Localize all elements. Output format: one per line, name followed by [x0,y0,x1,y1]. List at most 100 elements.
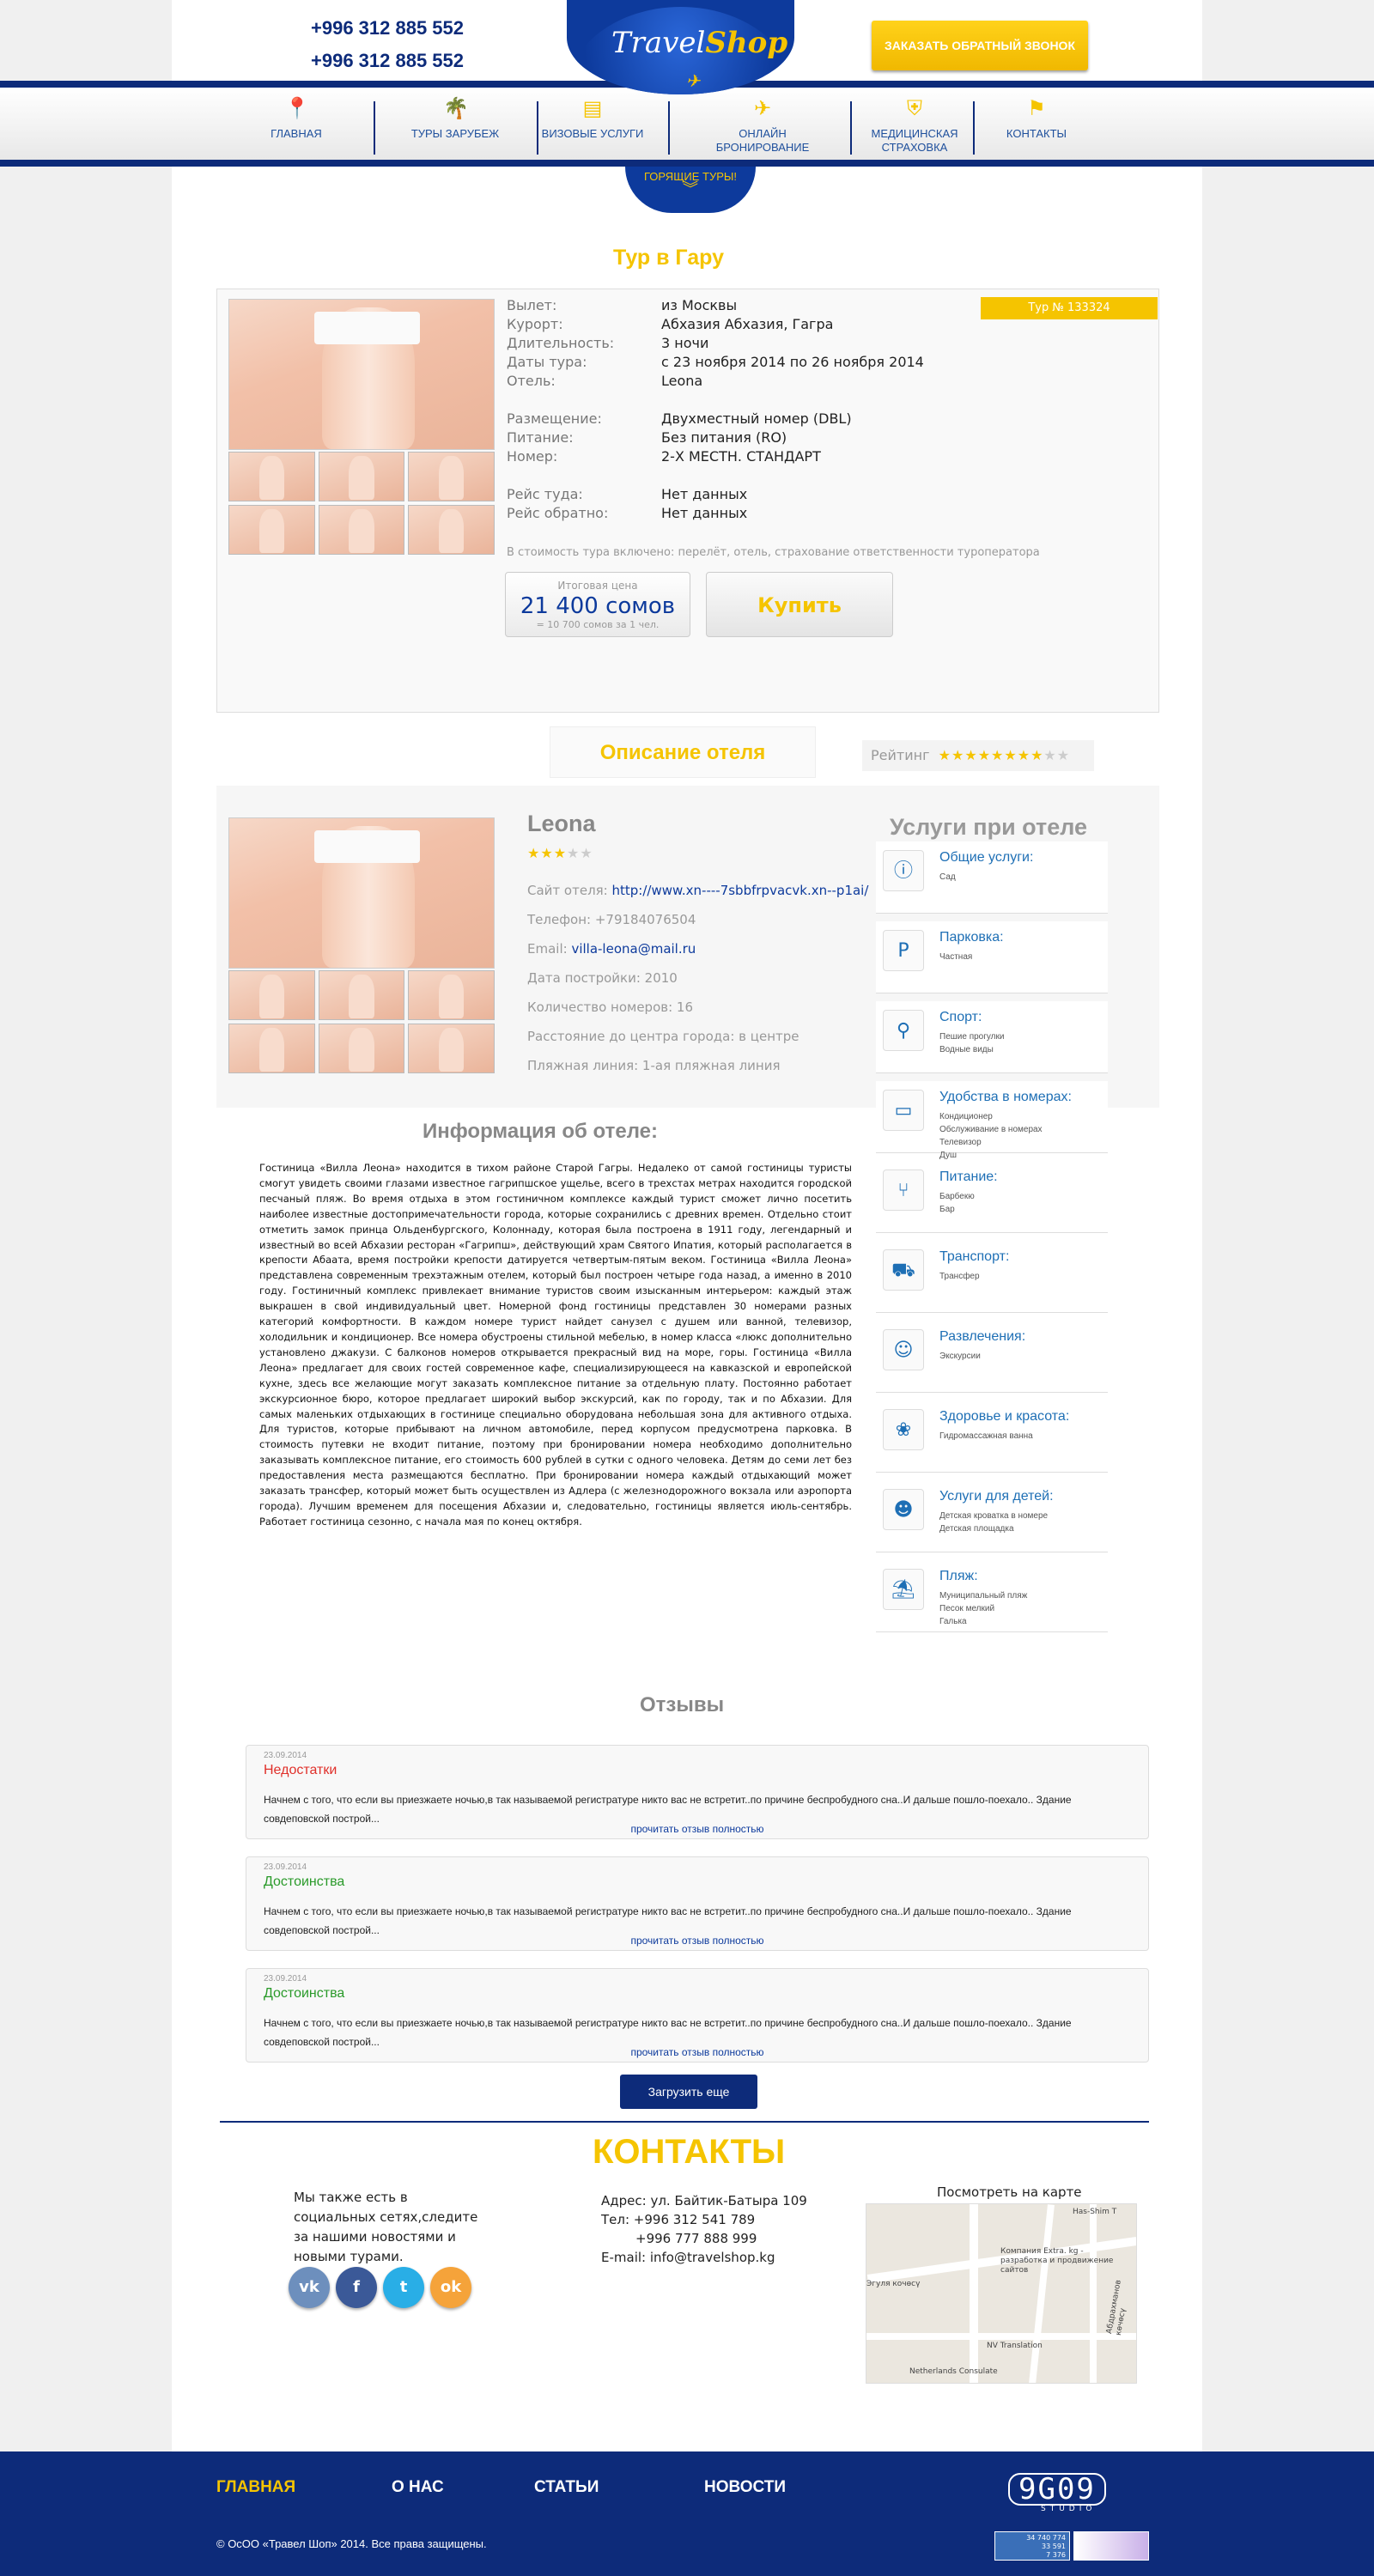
service-item: ⛟ Транспорт: Трансфер [876,1241,1108,1313]
divider [220,2121,1149,2123]
thumbnail[interactable] [318,970,405,1020]
tour-row-label: Курорт: [507,316,563,332]
tour-row-value: Нет данных [661,505,748,521]
footer-nav-item[interactable]: ГЛАВНАЯ [216,2478,295,2497]
map[interactable]: Has-Shim T Компания Extra. kg - разработк… [866,2203,1137,2384]
footer-nav-item[interactable]: СТАТЬИ [534,2478,599,2497]
contact-email[interactable]: E-mail: info@travelshop.kg [601,2248,807,2267]
service-detail: Гидромассажная ванна [939,1431,1033,1441]
vk-icon[interactable]: vk [289,2267,330,2308]
stats-counter[interactable]: 34 740 774 33 591 7 376 [994,2531,1070,2561]
hotel-rating: Рейтинг ★★★★★★★★★★ [862,740,1094,771]
nav-item-5[interactable]: ⚑ КОНТАКТЫ [989,96,1084,141]
header-phone-2[interactable]: +996 312 885 552 [311,50,508,72]
odnoklassniki-icon[interactable]: ok [430,2267,471,2308]
load-more-button[interactable]: Загрузить еще [620,2075,757,2109]
footer-nav-item[interactable]: НОВОСТИ [704,2478,786,2497]
service-details: Муниципальный пляж Песок мелкий Галька [939,1589,1027,1628]
tour-row-label: Отель: [507,373,556,389]
price-box: Итоговая цена 21 400 сомов = 10 700 сомо… [505,572,690,637]
nav-separator [973,101,975,155]
plane-logo-icon: ✈ [685,70,701,91]
thumbnail[interactable] [228,505,315,555]
tour-row-value: из Москвы [661,297,738,313]
nav-item-4[interactable]: ⛨ МЕДИЦИНСКАЯ СТРАХОВКА [850,96,979,155]
tour-row-value: 2-Х МЕСТН. СТАНДАРТ [661,448,821,465]
facebook-icon[interactable]: f [336,2267,377,2308]
read-review-link[interactable]: прочитать отзыв полностью [246,1823,1148,1835]
map-title[interactable]: Посмотреть на карте [937,2184,1082,2200]
service-item: ☻ Услуги для детей: Детская кроватка в ном… [876,1480,1108,1552]
service-item: ⑂ Питание: Барбекю Бар [876,1161,1108,1233]
nav-item-2[interactable]: ▤ ВИЗОВЫЕ УСЛУГИ [541,96,644,141]
hotel-email-link[interactable]: villa-leona@mail.ru [571,941,696,957]
info-icon: ⓘ [883,850,924,891]
thumbnail[interactable] [408,1024,495,1073]
dancing-icon: ☺ [883,1329,924,1370]
tab-hotel-description[interactable]: Описание отеля [550,726,816,778]
thumbnail[interactable] [318,1024,405,1073]
thumbnail[interactable] [318,505,405,555]
tour-number-badge: Тур № 133324 [981,297,1158,319]
thumbnail[interactable] [408,452,495,501]
buy-button[interactable]: Купить [706,572,893,637]
header-phone-1[interactable]: +996 312 885 552 [311,17,508,39]
read-review-link[interactable]: прочитать отзыв полностью [246,2046,1148,2058]
rating-label: Рейтинг [871,747,930,763]
thumbnail[interactable] [408,970,495,1020]
twitter-icon[interactable]: t [383,2267,424,2308]
callback-button[interactable]: ЗАКАЗАТЬ ОБРАТНЫЙ ЗВОНОК [872,21,1088,70]
bicycle-icon: ⚲ [883,1010,924,1051]
tour-row-value: Leona [661,373,703,389]
hotel-main-photo[interactable] [228,817,495,969]
tour-row-value: 3 ночи [661,335,709,351]
nav-separator [668,101,670,155]
read-review-link[interactable]: прочитать отзыв полностью [246,1935,1148,1947]
service-detail: Муниципальный пляж [939,1591,1028,1601]
service-detail: Детская кроватка в номере [939,1511,1049,1521]
partner-badge[interactable] [1073,2531,1149,2561]
service-title: Услуги для детей: [939,1489,1054,1504]
service-detail: Сад [939,872,956,882]
tour-row-value: Двухместный номер (DBL) [661,410,852,427]
hotel-site-link[interactable]: http://www.xn----7sbbfrpvacvk.xn--p1ai/ [612,883,869,898]
tour-row-label: Рейс туда: [507,486,583,502]
nav-separator [537,101,538,155]
thumbnail[interactable] [408,505,495,555]
thumbnail[interactable] [228,970,315,1020]
nav-item-label: ТУРЫ ЗАРУБЕЖ [410,127,500,140]
map-label: NV Translation [987,2342,1043,2350]
review-kind: Достоинства [264,1874,345,1889]
contact-tel-1[interactable]: Тел: +996 312 541 789 [601,2210,807,2229]
hotel-stars: ★★★★★ [527,845,593,861]
counter-value: 7 376 [1046,2551,1066,2559]
social-text: Мы также есть в социальных сетях,следите… [294,2190,478,2264]
tour-main-photo[interactable] [228,299,495,450]
service-detail: Водные виды [939,1045,994,1054]
contact-tel-2[interactable]: +996 777 888 999 [601,2229,807,2248]
footer-nav-item[interactable]: О НАС [392,2478,444,2497]
thumbnail[interactable] [318,452,405,501]
plane-icon: ✈ [753,97,772,120]
reviews-title: Отзывы [640,1693,725,1716]
logo[interactable]: TravelShop✈ [611,26,787,94]
tour-included-note: В стоимость тура включено: перелёт, отел… [507,546,1040,559]
tour-row-label: Даты тура: [507,354,587,370]
price-value: 21 400 сомов [520,593,676,619]
nav-item-1[interactable]: 🌴 ТУРЫ ЗАРУБЕЖ [391,96,520,141]
shield-icon: ⛨ [907,97,922,120]
nav-item-0[interactable]: 📍 ГЛАВНАЯ [249,96,344,141]
service-title: Спорт: [939,1010,982,1024]
service-item: ⛱ Пляж: Муниципальный пляж Песок мелкий Галь… [876,1560,1108,1632]
nav-item-3[interactable]: ✈ ОНЛАЙН БРОНИРОВАНИЕ [694,96,831,155]
service-title: Здоровье и красота: [939,1409,1070,1424]
map-label: Has-Shim T [1073,2208,1117,2216]
service-details: Пешие прогулки Водные виды [939,1030,1004,1056]
service-detail: Галька [939,1617,967,1626]
service-detail: Частная [939,952,973,962]
review-card: 23.09.2014 Недостатки Начнем с того, что е… [246,1745,1149,1839]
thumbnail[interactable] [228,1024,315,1073]
thumbnail[interactable] [228,452,315,501]
studio-logo[interactable]: 9G09 [1008,2473,1106,2506]
nav-separator [850,101,852,155]
